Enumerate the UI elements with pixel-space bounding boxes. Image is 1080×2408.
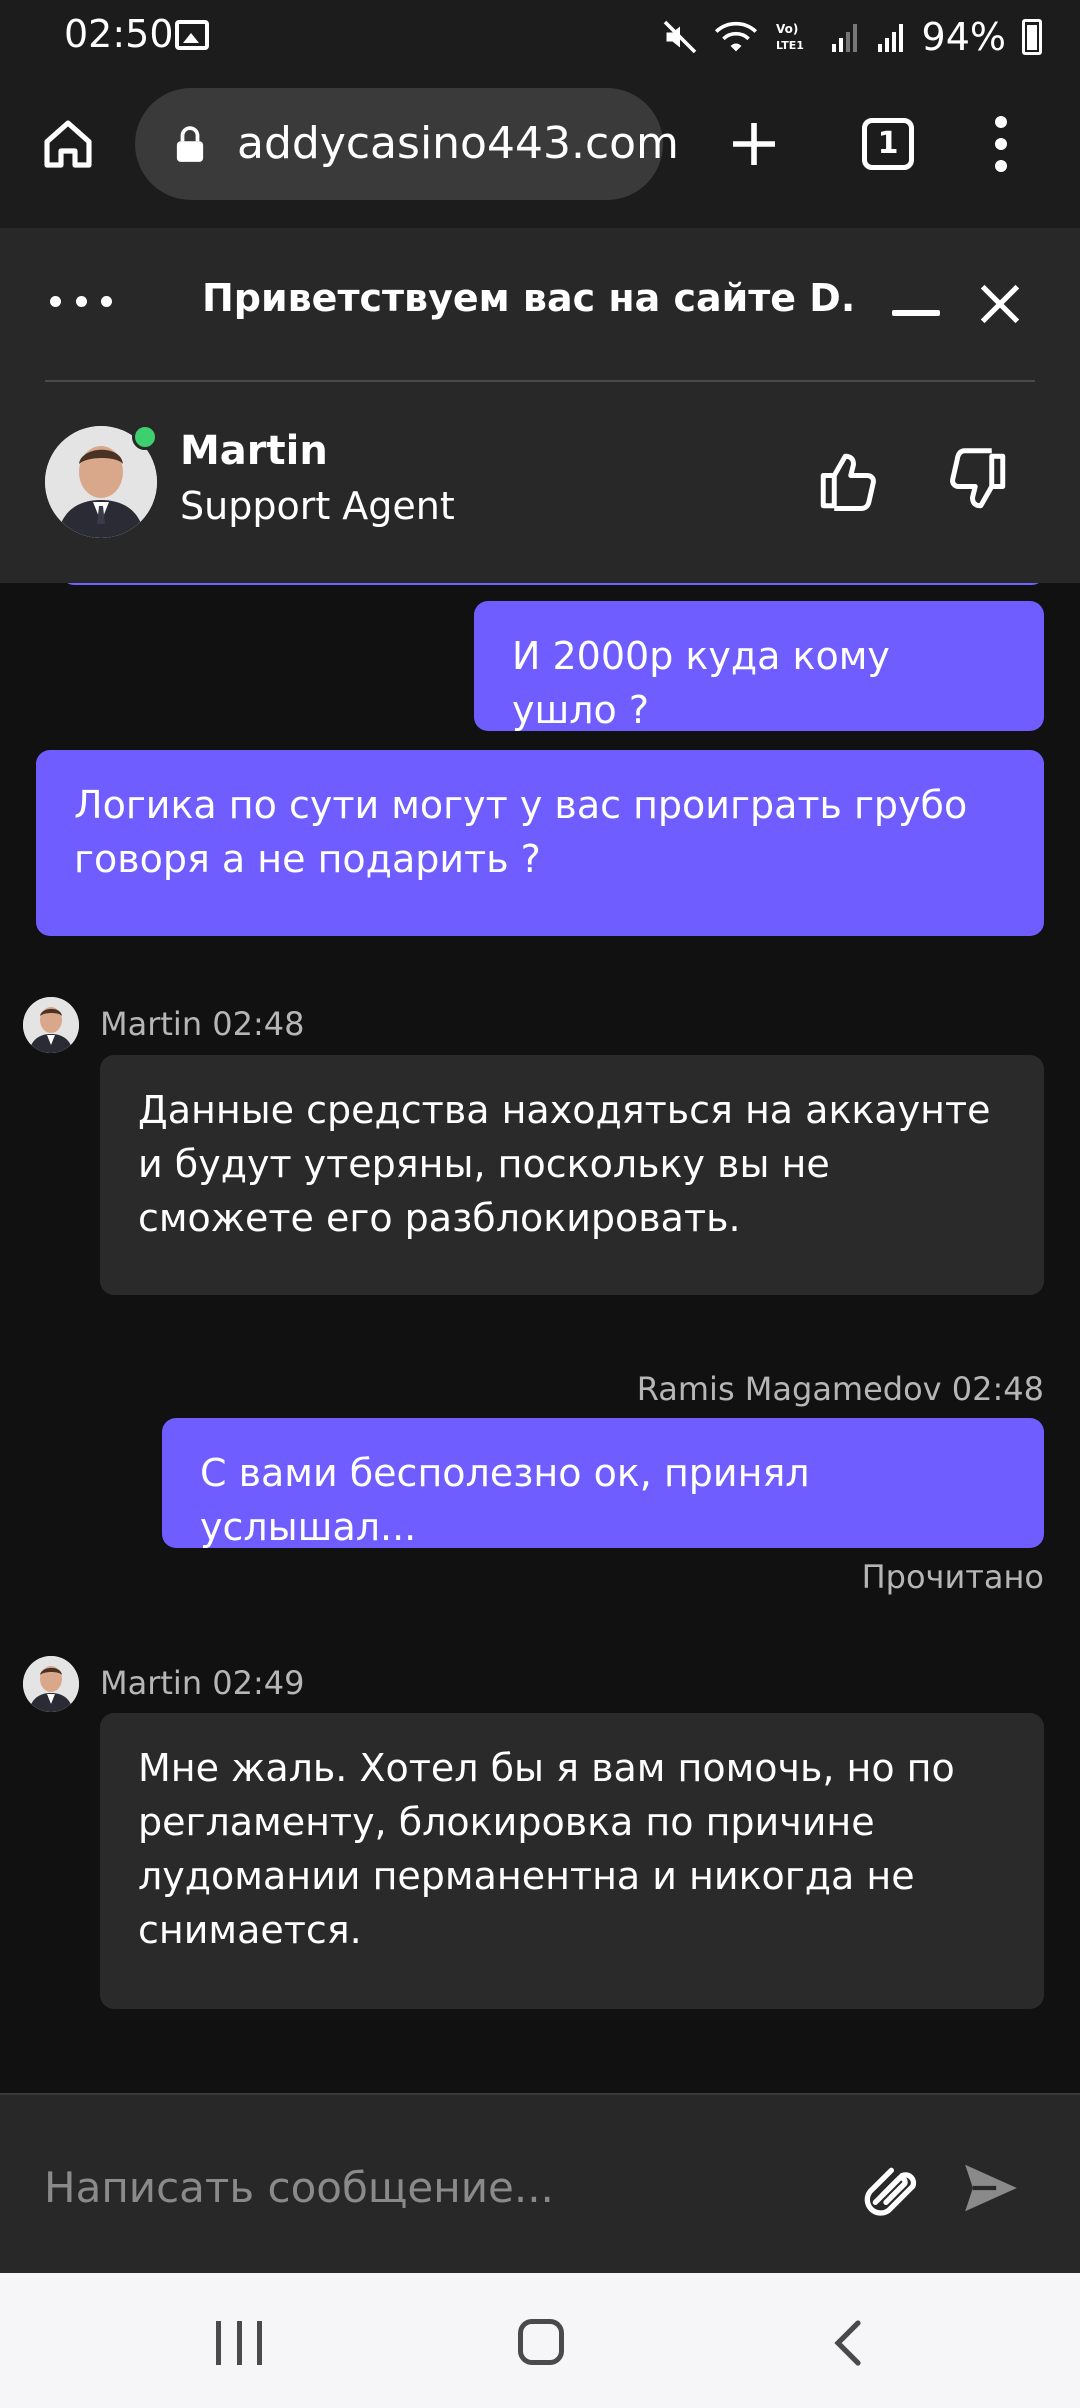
status-time: 02:50 [64,12,174,56]
message-input[interactable] [44,2155,824,2219]
read-receipt: Прочитано [861,1558,1044,1596]
thumbs-up-icon[interactable] [814,448,882,514]
chat-more-options-icon[interactable] [50,290,112,312]
battery-icon [1022,19,1042,55]
agent-message-avatar [23,1656,79,1712]
recent-apps-icon[interactable] [216,2321,262,2365]
message-meta: Ramis Magamedov 02:48 [636,1370,1044,1408]
message-text: Данные средства находяться на аккаунте и… [138,1088,991,1240]
message-text: С вами бесполезно ок, принял услышал... [200,1451,810,1549]
header-divider [45,380,1035,382]
nav-home-icon[interactable] [518,2319,564,2365]
agent-role: Support Agent [180,484,455,528]
signal-1-icon [831,24,857,52]
agent-message: Мне жаль. Хотел бы я вам помочь, но по р… [100,1713,1044,2009]
new-tab-icon[interactable] [726,116,782,172]
status-bar: 02:50 Vo) LTE1 94% [0,0,1080,72]
volte-icon: Vo) LTE1 [776,22,804,52]
mute-icon [663,20,696,54]
message-text: Мне жаль. Хотел бы я вам помочь, но по р… [138,1746,955,1952]
agent-message-avatar [23,997,79,1053]
message-composer [0,2093,1080,2273]
user-message: С вами бесполезно ок, принял услышал... [162,1418,1044,1549]
back-icon[interactable] [830,2319,866,2367]
user-message: И 2000р куда кому ушло ? [474,601,1044,732]
send-icon[interactable] [958,2157,1024,2219]
browser-toolbar: addycasino443.com 1 [0,72,1080,228]
message-text: И 2000р куда кому ушло ? [512,634,890,732]
chat-header: Приветствуем вас на сайте D... Martin Su… [0,228,1080,583]
wifi-icon [714,21,757,52]
previous-message-edge [62,583,1044,585]
battery-percent: 94% [921,15,1006,59]
user-message: Логика по сути могут у вас проиграть гру… [36,750,1044,936]
tab-switcher-button[interactable]: 1 [862,118,914,170]
home-icon[interactable] [40,116,96,172]
message-text: Логика по сути могут у вас проиграть гру… [74,783,968,881]
address-bar[interactable]: addycasino443.com [135,88,679,200]
svg-text:Vo): Vo) [776,22,798,36]
svg-text:LTE1: LTE1 [776,39,804,52]
url-text: addycasino443.com [237,118,679,169]
online-status-dot [132,424,158,450]
browser-menu-icon[interactable] [986,116,1016,172]
message-meta: Martin 02:49 [100,1664,305,1702]
image-notification-icon [175,20,209,50]
thumbs-down-icon[interactable] [944,448,1012,514]
agent-name: Martin [180,428,328,474]
status-indicators: Vo) LTE1 94% [662,12,1042,62]
message-list[interactable]: И 2000р куда кому ушло ? Логика по сути … [0,583,1080,2093]
lock-icon [176,126,204,162]
signal-2-icon [877,24,903,52]
close-icon[interactable] [974,278,1026,330]
system-navigation-bar [0,2273,1080,2408]
attach-icon[interactable] [862,2157,926,2221]
chat-title: Приветствуем вас на сайте D... [202,276,852,320]
minimize-icon[interactable] [892,310,940,316]
message-meta: Martin 02:48 [100,1005,305,1043]
agent-message: Данные средства находяться на аккаунте и… [100,1055,1044,1295]
